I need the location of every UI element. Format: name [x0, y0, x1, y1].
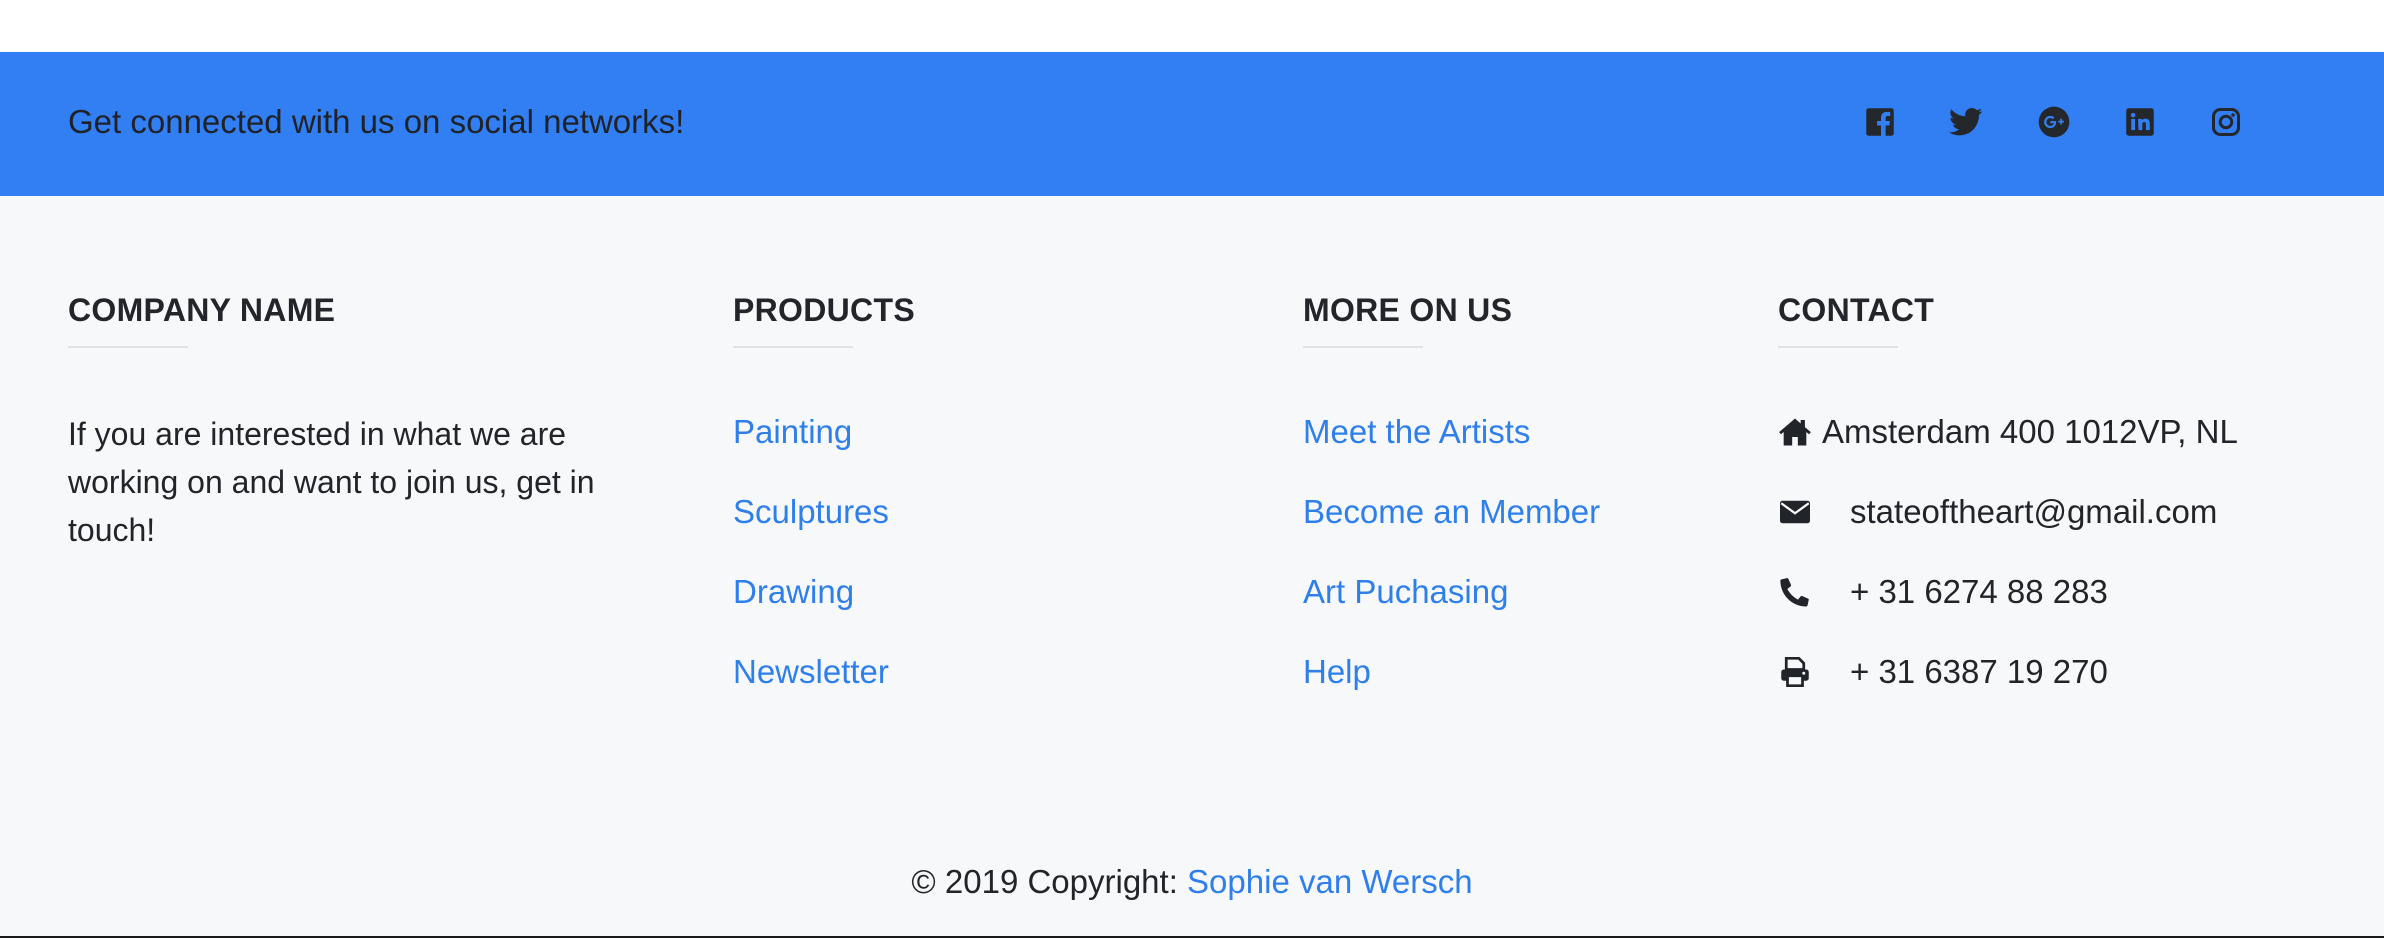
company-description: If you are interested in what we are wor…: [68, 416, 595, 548]
products-heading: PRODUCTS: [733, 292, 915, 328]
google-plus-icon[interactable]: [2036, 104, 2072, 140]
contact-address: Amsterdam 400 1012VP, NL: [1778, 412, 2238, 492]
list-item: Help: [1303, 652, 1600, 732]
twitter-icon[interactable]: [1948, 104, 1984, 140]
list-item: Newsletter: [733, 652, 889, 732]
list-item: Drawing: [733, 572, 889, 652]
products-links: Painting Sculptures Drawing Newsletter: [733, 412, 889, 732]
page: Get connected with us on social networks…: [0, 0, 2384, 938]
top-spacer: [0, 0, 2384, 52]
contact-divider: [1778, 346, 1898, 348]
contact-list: Amsterdam 400 1012VP, NL stateoftheart@g…: [1778, 412, 2238, 732]
social-bar-text: Get connected with us on social networks…: [68, 103, 685, 140]
list-item: Art Puchasing: [1303, 572, 1600, 652]
contact-phone: + 31 6274 88 283: [1778, 572, 2238, 652]
list-item: Painting: [733, 412, 889, 492]
linkedin-icon[interactable]: [2122, 104, 2158, 140]
link-become-member[interactable]: Become an Member: [1303, 493, 1600, 530]
company-heading: COMPANY NAME: [68, 292, 336, 328]
list-item: Become an Member: [1303, 492, 1600, 572]
address-text: Amsterdam 400 1012VP, NL: [1822, 413, 2238, 450]
list-item: Meet the Artists: [1303, 412, 1600, 492]
footer-main: COMPANY NAME If you are interested in wh…: [0, 196, 2384, 936]
link-art-purchasing[interactable]: Art Puchasing: [1303, 573, 1508, 610]
facebook-icon[interactable]: [1862, 104, 1898, 140]
email-text: stateoftheart@gmail.com: [1850, 493, 2218, 530]
link-drawing[interactable]: Drawing: [733, 573, 854, 610]
contact-fax: + 31 6387 19 270: [1778, 652, 2238, 732]
social-bar: Get connected with us on social networks…: [0, 52, 2384, 196]
instagram-icon[interactable]: [2208, 104, 2244, 140]
copyright-author-link[interactable]: Sophie van Wersch: [1187, 863, 1473, 900]
print-icon: [1778, 656, 1812, 688]
contact-heading: CONTACT: [1778, 292, 1935, 328]
more-on-us-divider: [1303, 346, 1423, 348]
link-help[interactable]: Help: [1303, 653, 1371, 690]
more-on-us-heading: MORE ON US: [1303, 292, 1513, 328]
copyright: © 2019 Copyright: Sophie van Wersch: [0, 862, 2384, 902]
more-on-us-links: Meet the Artists Become an Member Art Pu…: [1303, 412, 1600, 732]
company-divider: [68, 346, 188, 348]
link-newsletter[interactable]: Newsletter: [733, 653, 889, 690]
copyright-text: © 2019 Copyright:: [911, 863, 1188, 900]
envelope-icon: [1778, 496, 1812, 528]
link-painting[interactable]: Painting: [733, 413, 852, 450]
list-item: Sculptures: [733, 492, 889, 572]
phone-icon: [1778, 576, 1812, 608]
home-icon: [1778, 416, 1812, 448]
contact-email: stateoftheart@gmail.com: [1778, 492, 2238, 572]
link-meet-the-artists[interactable]: Meet the Artists: [1303, 413, 1530, 450]
fax-text: + 31 6387 19 270: [1850, 653, 2108, 690]
phone-text: + 31 6274 88 283: [1850, 573, 2108, 610]
products-divider: [733, 346, 853, 348]
link-sculptures[interactable]: Sculptures: [733, 493, 889, 530]
